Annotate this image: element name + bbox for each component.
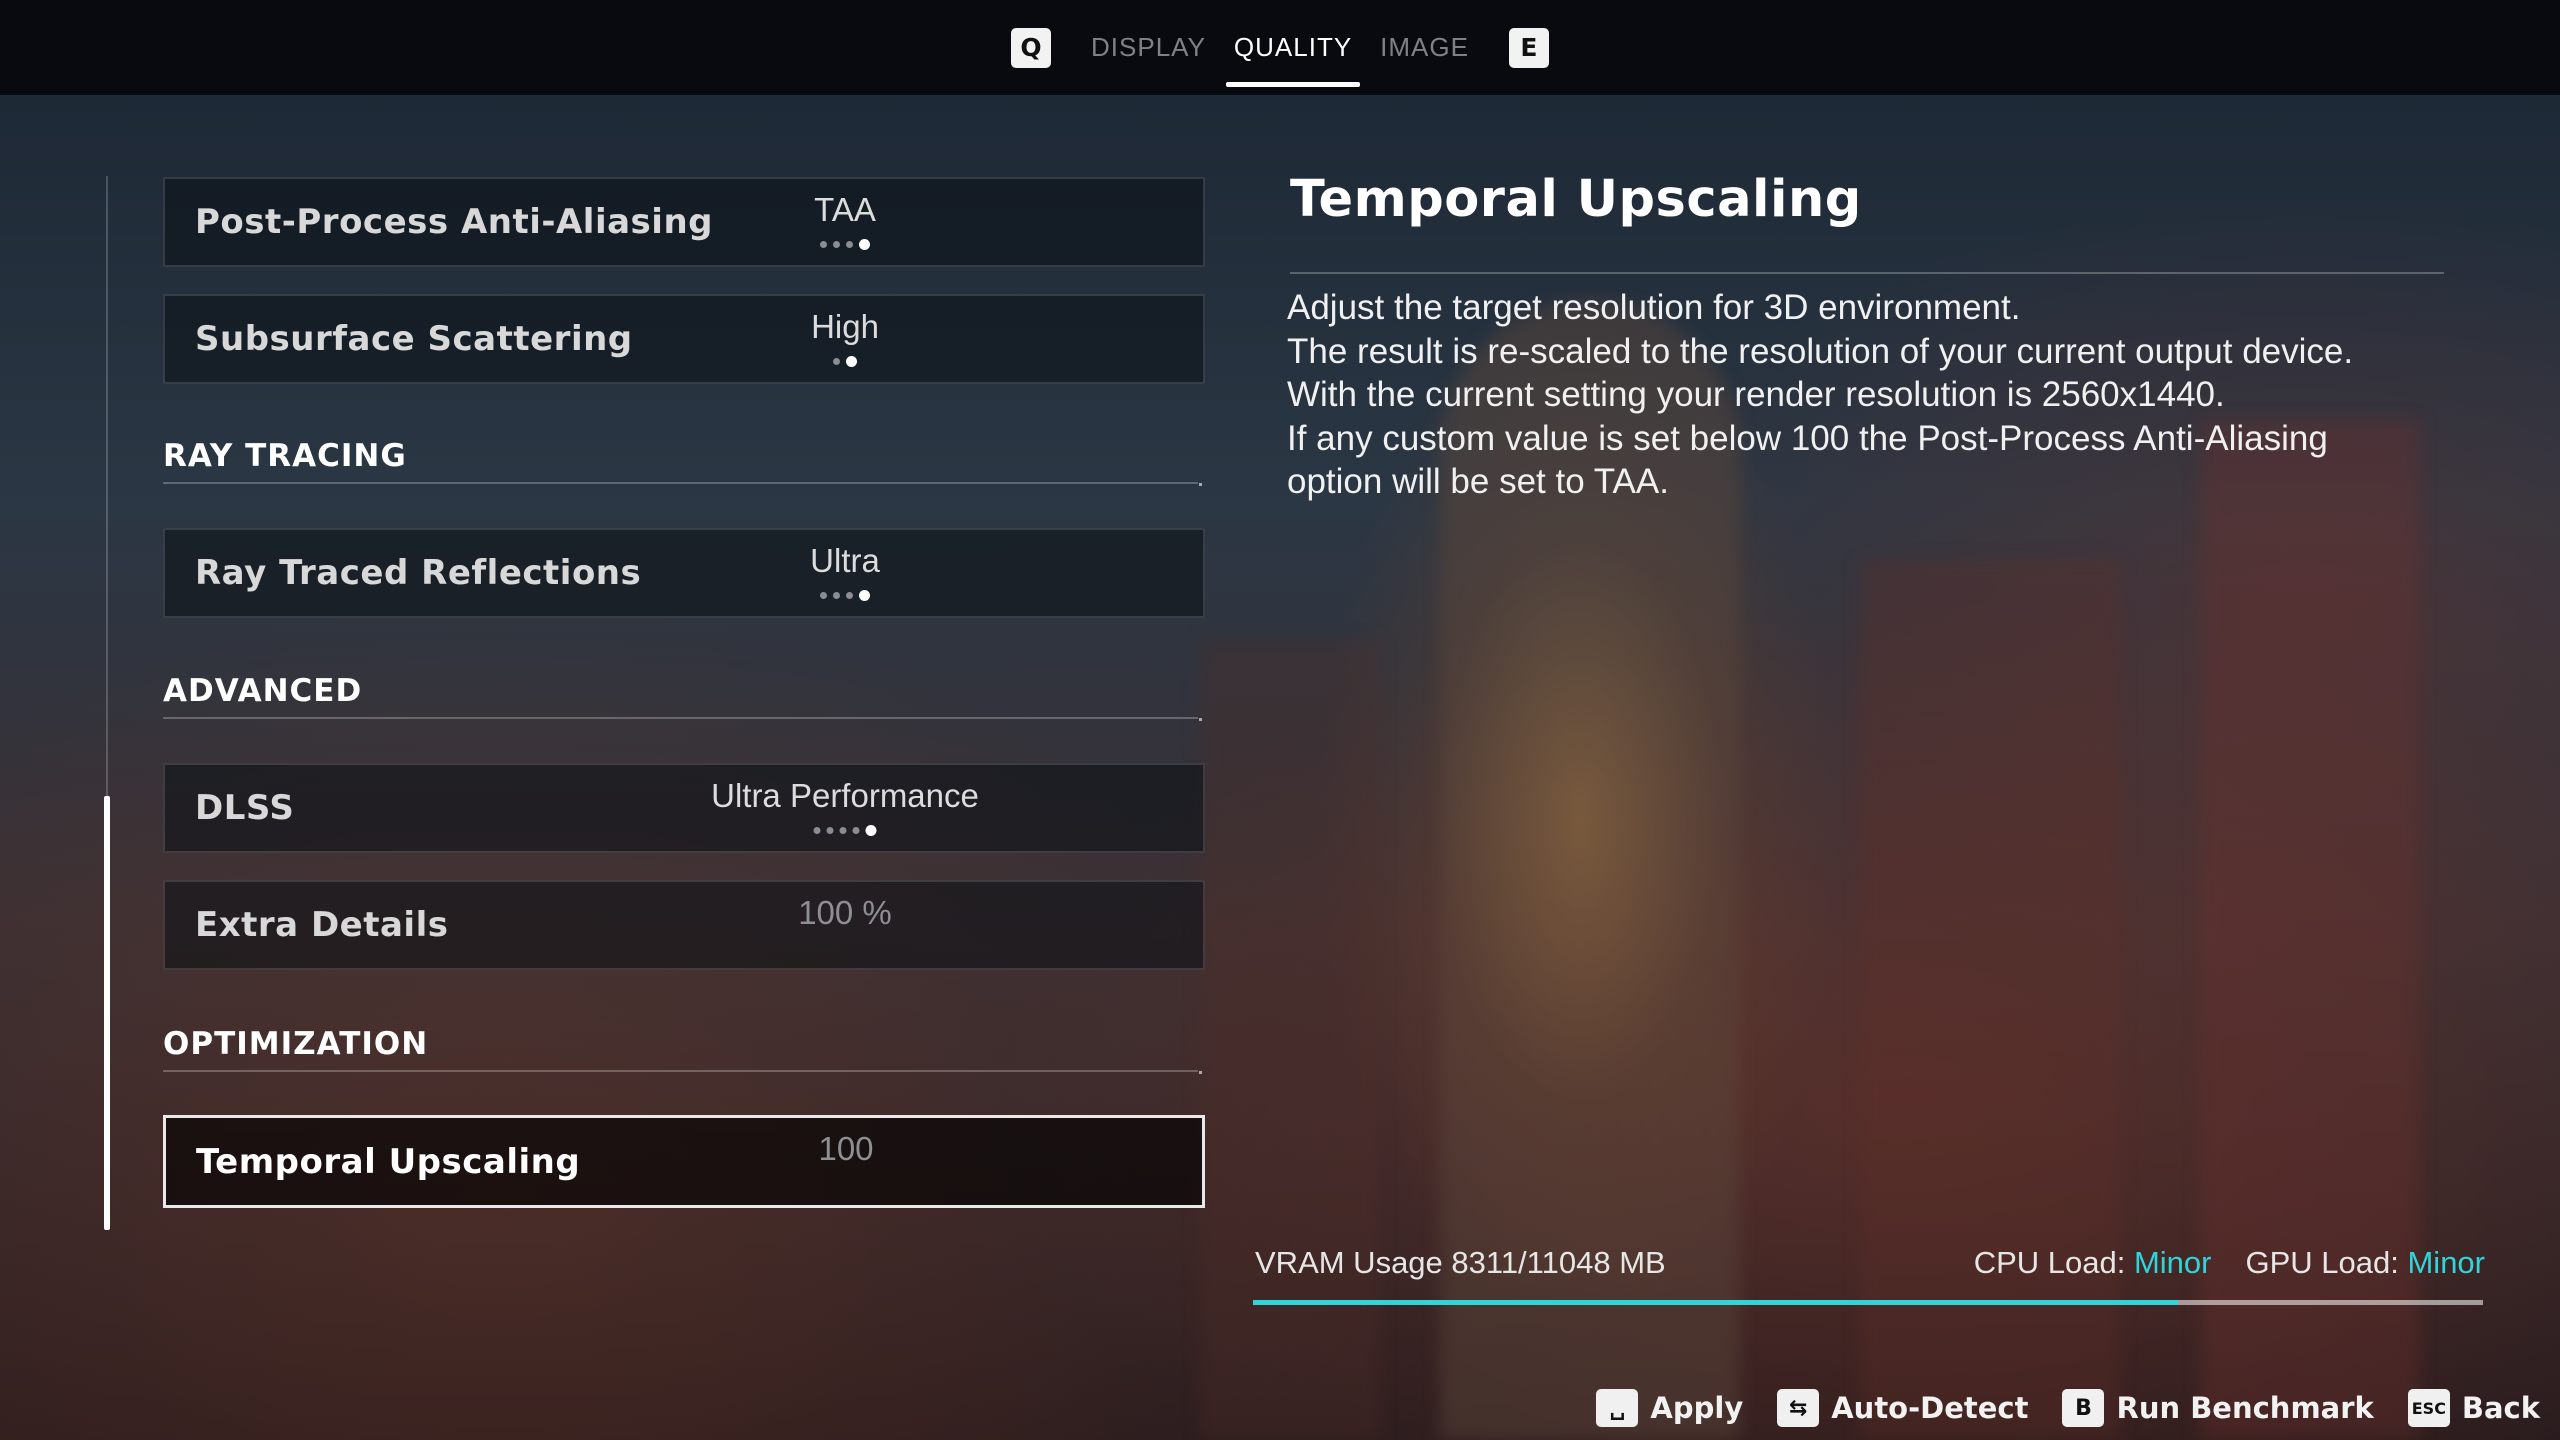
setting-subsurface-scattering[interactable]: Subsurface Scattering High: [163, 294, 1205, 384]
b-key-icon: B: [2062, 1389, 2105, 1427]
section-optimization: OPTIMIZATION: [163, 1016, 1202, 1074]
action-bar: ␣ Apply ⇆ Auto-Detect B Run Benchmark ES…: [1596, 1380, 2560, 1436]
setting-extra-details[interactable]: Extra Details 100 %: [163, 880, 1205, 970]
level-dot: [813, 827, 821, 834]
setting-value: 100 %: [798, 894, 892, 931]
space-key-icon: ␣: [1596, 1389, 1639, 1427]
next-tab-key[interactable]: E: [1508, 27, 1549, 68]
section-ray-tracing: RAY TRACING: [163, 428, 1202, 486]
level-dot: [846, 241, 853, 248]
setting-label: DLSS: [195, 788, 295, 828]
back-label: Back: [2461, 1391, 2540, 1425]
background-building: [2200, 420, 2420, 1440]
level-dot: [820, 592, 827, 599]
cpu-load-value: Minor: [2133, 1245, 2212, 1280]
description-line: option will be set to TAA.: [1287, 462, 1669, 502]
level-indicator: [820, 590, 870, 601]
section-divider-end: [1199, 1071, 1202, 1074]
background-building: [1200, 640, 1380, 1440]
prev-tab-key[interactable]: Q: [1011, 27, 1052, 68]
level-indicator: [833, 356, 857, 367]
cpu-load: CPU Load: Minor: [1974, 1245, 2212, 1281]
vram-usage-bar: [1253, 1300, 2483, 1305]
settings-scrollbar-thumb[interactable]: [104, 796, 110, 1230]
level-dot: [846, 592, 853, 599]
tab-image[interactable]: IMAGE: [1366, 0, 1483, 95]
setting-value: 100: [818, 1130, 874, 1167]
section-title: RAY TRACING: [163, 438, 407, 474]
setting-label: Extra Details: [195, 905, 449, 945]
gpu-load-label: GPU Load:: [2245, 1245, 2399, 1280]
run-benchmark-button[interactable]: B Run Benchmark: [2062, 1389, 2374, 1427]
level-dot-selected: [859, 239, 870, 250]
level-dot: [826, 827, 834, 834]
setting-ray-traced-reflections[interactable]: Ray Traced Reflections Ultra: [163, 528, 1205, 618]
run-benchmark-label: Run Benchmark: [2116, 1391, 2374, 1425]
section-title: OPTIMIZATION: [163, 1026, 429, 1062]
setting-post-process-anti-aliasing[interactable]: Post-Process Anti-Aliasing TAA: [163, 177, 1205, 267]
vram-usage-bar-fill: [1253, 1300, 2179, 1305]
setting-label: Temporal Upscaling: [196, 1141, 581, 1182]
description-title: Temporal Upscaling: [1290, 170, 1862, 229]
auto-detect-button[interactable]: ⇆ Auto-Detect: [1777, 1389, 2028, 1427]
back-button[interactable]: ESC Back: [2407, 1389, 2540, 1427]
gpu-load: GPU Load: Minor: [2245, 1245, 2485, 1281]
vram-usage: VRAM Usage 8311/11048 MB: [1255, 1245, 1666, 1280]
level-dot: [833, 592, 840, 599]
esc-key-icon: ESC: [2407, 1389, 2450, 1427]
level-indicator: [813, 825, 877, 836]
setting-value: TAA: [814, 191, 876, 228]
level-dot: [833, 358, 840, 365]
level-dot: [820, 241, 827, 248]
tab-quality[interactable]: QUALITY: [1220, 0, 1366, 95]
description-line: With the current setting your render res…: [1287, 375, 2225, 415]
level-dot-selected: [859, 590, 870, 601]
section-advanced: ADVANCED: [163, 663, 1202, 721]
level-dot-selected: [865, 825, 877, 836]
cpu-load-label: CPU Load:: [1973, 1245, 2126, 1280]
section-divider-end: [1199, 483, 1202, 486]
apply-button[interactable]: ␣ Apply: [1596, 1389, 1743, 1427]
description-divider: [1290, 272, 2444, 274]
setting-value: High: [811, 308, 879, 345]
setting-dlss[interactable]: DLSS Ultra Performance: [163, 763, 1205, 853]
load-indicators: CPU Load: Minor GPU Load: Minor: [1974, 1245, 2485, 1281]
setting-temporal-upscaling[interactable]: Temporal Upscaling 100: [163, 1115, 1205, 1208]
gpu-load-value: Minor: [2407, 1245, 2485, 1280]
setting-value: Ultra Performance: [711, 777, 979, 814]
auto-detect-label: Auto-Detect: [1831, 1391, 2029, 1425]
tab-key-icon: ⇆: [1777, 1389, 1820, 1427]
description-text: Adjust the target resolution for 3D envi…: [1287, 286, 2467, 504]
tab-display[interactable]: DISPLAY: [1077, 0, 1220, 95]
level-dot: [833, 241, 840, 248]
level-dot: [852, 827, 860, 834]
description-line: Adjust the target resolution for 3D envi…: [1287, 288, 2021, 327]
section-divider-end: [1199, 718, 1202, 721]
description-line: The result is re-scaled to the resolutio…: [1287, 331, 2354, 371]
section-title: ADVANCED: [163, 673, 363, 709]
description-line: If any custom value is set below 100 the…: [1287, 418, 2328, 458]
level-dot: [839, 827, 847, 834]
level-dot-selected: [846, 356, 857, 367]
level-indicator: [820, 239, 870, 250]
top-tab-bar: Q DISPLAY QUALITY IMAGE E: [0, 0, 2560, 95]
background-building: [1860, 560, 2120, 1440]
apply-label: Apply: [1650, 1391, 1744, 1425]
setting-value: Ultra: [810, 542, 880, 579]
